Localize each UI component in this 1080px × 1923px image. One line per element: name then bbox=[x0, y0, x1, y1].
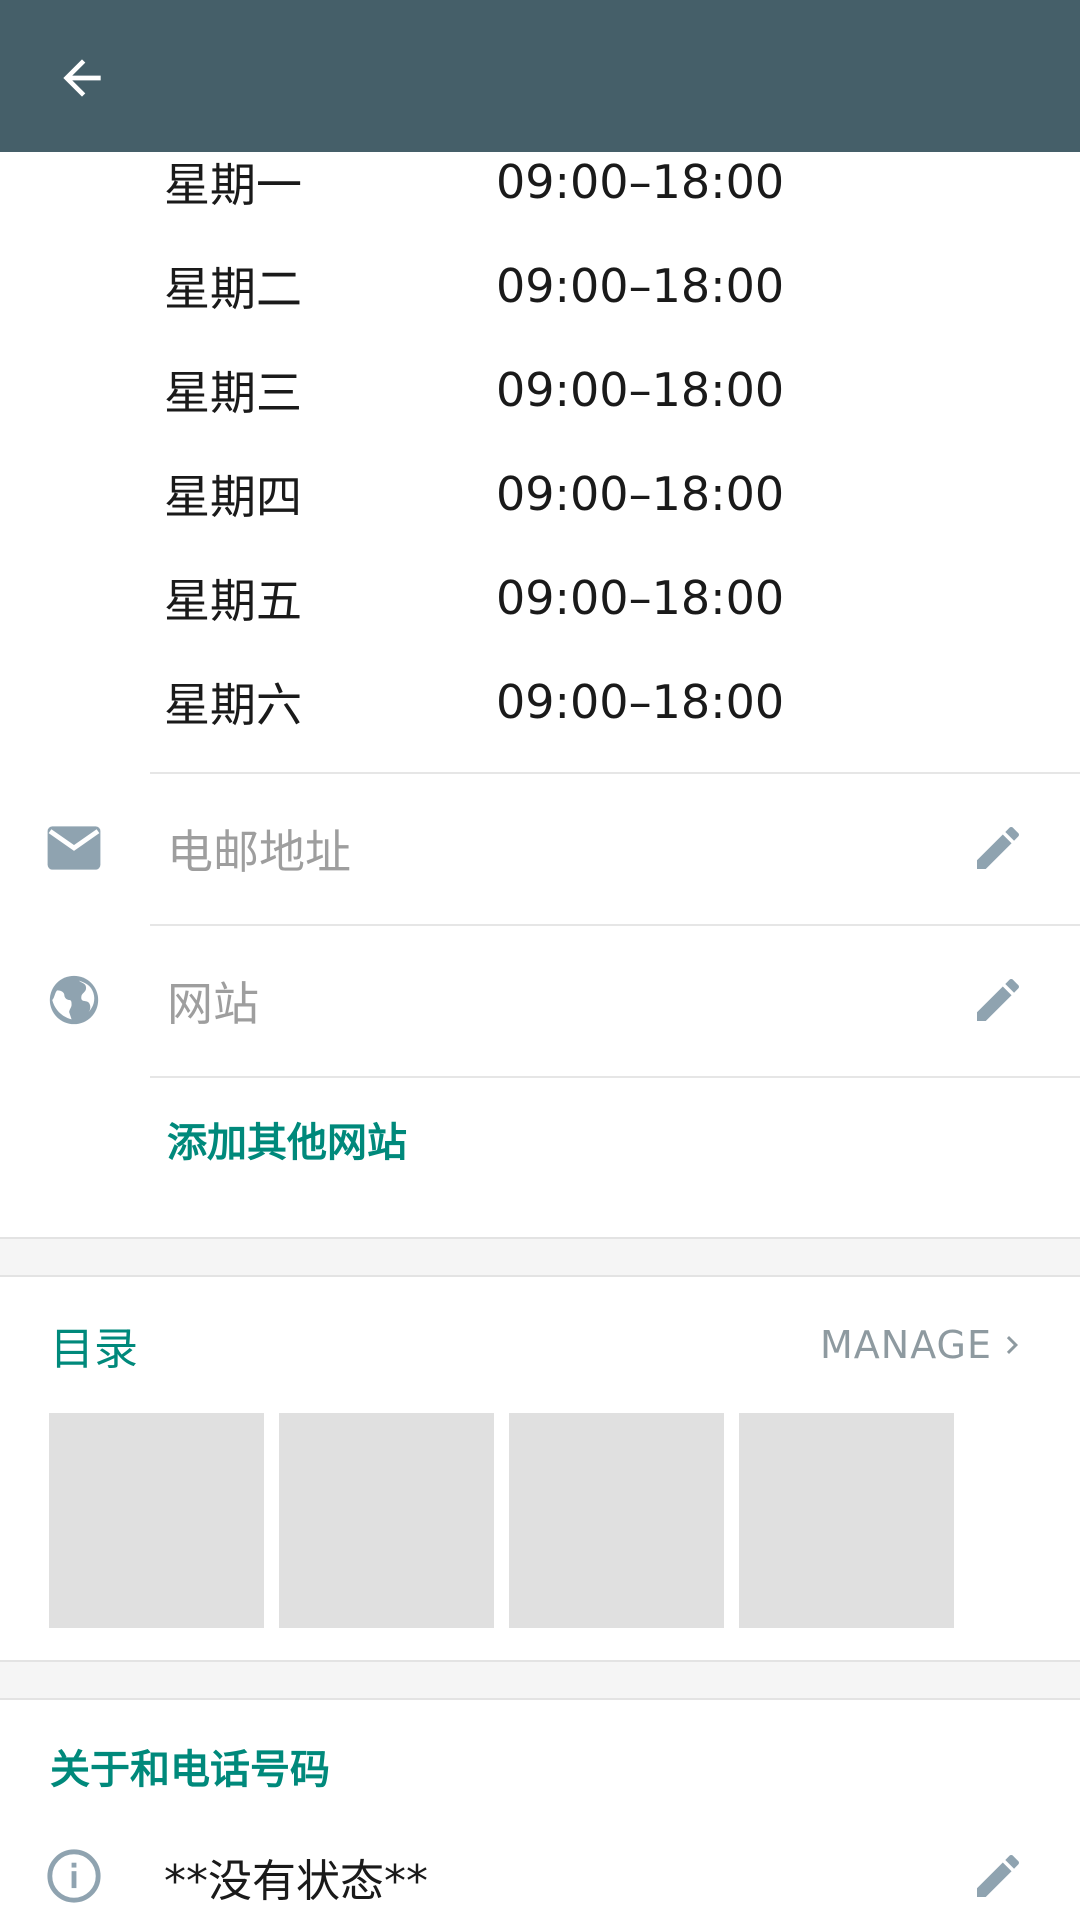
time-range: 09:00–18:00 bbox=[496, 363, 785, 417]
catalog-manage-button[interactable]: MANAGE bbox=[820, 1295, 1030, 1395]
hours-row: 星期三 09:00–18:00 bbox=[0, 338, 1080, 442]
email-field[interactable]: 电邮地址 bbox=[167, 774, 351, 924]
email-row[interactable]: 电邮地址 bbox=[0, 774, 1080, 924]
email-icon bbox=[38, 812, 110, 884]
hours-row: 星期二 09:00–18:00 bbox=[0, 234, 1080, 338]
catalog-item-placeholder[interactable] bbox=[49, 1413, 264, 1628]
day-label: 星期二 bbox=[164, 262, 302, 316]
day-label: 星期一 bbox=[164, 158, 302, 212]
time-range: 09:00–18:00 bbox=[496, 259, 785, 313]
hours-row: 星期一 09:00–18:00 bbox=[0, 130, 1080, 234]
status-row[interactable]: **没有状态** bbox=[0, 1830, 1080, 1923]
back-button[interactable] bbox=[40, 36, 124, 120]
day-label: 星期五 bbox=[164, 574, 302, 628]
edit-website-button[interactable] bbox=[962, 964, 1034, 1036]
hours-row: 星期五 09:00–18:00 bbox=[0, 546, 1080, 650]
pencil-icon bbox=[977, 978, 1020, 1021]
day-label: 星期三 bbox=[164, 366, 302, 420]
time-range: 09:00–18:00 bbox=[496, 467, 785, 521]
time-range: 09:00–18:00 bbox=[496, 155, 785, 209]
add-website-link[interactable]: 添加其他网站 bbox=[167, 1080, 407, 1198]
about-section-title: 关于和电话号码 bbox=[50, 1747, 330, 1793]
globe-icon bbox=[38, 964, 110, 1036]
info-icon bbox=[38, 1840, 110, 1912]
hours-row: 星期六 09:00–18:00 bbox=[0, 650, 1080, 754]
website-row[interactable]: 网站 bbox=[0, 926, 1080, 1076]
business-hours-list: 星期一 09:00–18:00 星期二 09:00–18:00 星期三 09:0… bbox=[0, 130, 1080, 754]
website-field[interactable]: 网站 bbox=[167, 926, 259, 1076]
catalog-title: 目录 bbox=[50, 1324, 138, 1375]
section-separator bbox=[0, 1660, 1080, 1700]
hours-row: 星期四 09:00–18:00 bbox=[0, 442, 1080, 546]
chevron-right-icon bbox=[1006, 1336, 1018, 1354]
pencil-icon bbox=[977, 1854, 1020, 1897]
catalog-item-placeholder[interactable] bbox=[509, 1413, 724, 1628]
catalog-item-placeholder[interactable] bbox=[739, 1413, 954, 1628]
edit-status-button[interactable] bbox=[962, 1840, 1034, 1912]
arrow-left-icon bbox=[63, 59, 101, 97]
status-text: **没有状态** bbox=[164, 1855, 428, 1907]
time-range: 09:00–18:00 bbox=[496, 675, 785, 729]
time-range: 09:00–18:00 bbox=[496, 571, 785, 625]
edit-email-button[interactable] bbox=[962, 812, 1034, 884]
divider bbox=[150, 1076, 1080, 1078]
manage-label: MANAGE bbox=[820, 1323, 992, 1367]
pencil-icon bbox=[977, 826, 1020, 869]
day-label: 星期四 bbox=[164, 470, 302, 524]
catalog-item-placeholder[interactable] bbox=[279, 1413, 494, 1628]
section-separator bbox=[0, 1237, 1080, 1277]
day-label: 星期六 bbox=[164, 678, 302, 732]
